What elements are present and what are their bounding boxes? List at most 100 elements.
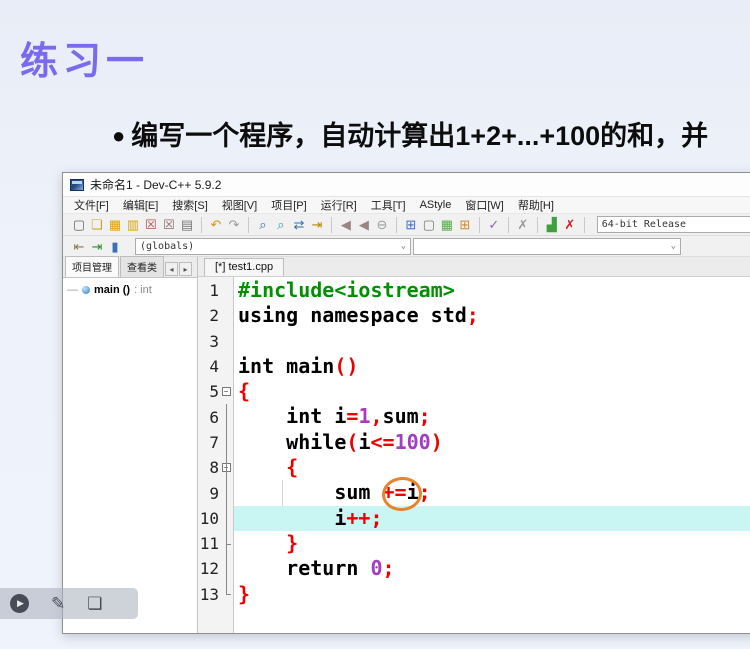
sidebar-tab[interactable]: 查看类 xyxy=(120,256,164,277)
pencil-icon[interactable]: ✎ xyxy=(51,595,65,612)
sidebar-tab[interactable]: 项目管理 xyxy=(65,256,119,277)
gutter-row[interactable]: 10 xyxy=(198,506,233,531)
menu-item[interactable]: 帮助[H] xyxy=(511,196,561,214)
goto-function-icon[interactable]: ⇥ xyxy=(88,237,106,255)
abort-icon[interactable]: ✗ xyxy=(514,216,532,234)
code-line-9[interactable]: sum +=i; xyxy=(234,480,750,505)
code-token: sum xyxy=(383,404,419,428)
print-icon[interactable]: ▤ xyxy=(178,216,196,234)
toolbar-group: ✓ xyxy=(482,216,506,234)
code-line-4[interactable]: int main() xyxy=(234,354,750,379)
editor-tab-bar: [*] test1.cpp xyxy=(198,257,750,277)
gutter-row[interactable]: 8− xyxy=(198,455,233,480)
find-in-files-icon[interactable]: ⌕ xyxy=(272,216,290,234)
line-number: 10 xyxy=(198,509,219,528)
menu-item[interactable]: 文件[F] xyxy=(67,196,116,214)
goto-function-back-icon[interactable]: ⇤ xyxy=(70,237,88,255)
code-line-13[interactable]: } xyxy=(234,582,750,607)
title-bar[interactable]: 未命名1 - Dev-C++ 5.9.2 xyxy=(63,173,750,197)
run-icon[interactable]: ▢ xyxy=(420,216,438,234)
rebuild-all-icon[interactable]: ⊞ xyxy=(456,216,474,234)
profile-delete-icon[interactable]: ✗ xyxy=(561,216,579,234)
expand-icon[interactable]: ❏ xyxy=(87,595,102,612)
menu-item[interactable]: 工具[T] xyxy=(364,196,413,214)
goto-declaration-icon[interactable]: ⊖ xyxy=(373,216,391,234)
fold-column: − xyxy=(219,387,233,396)
toolbar-classbrowser: ⇤⇥▮ (globals) ⌄ ⌄ xyxy=(63,236,750,257)
fold-toggle-icon[interactable]: − xyxy=(222,387,231,396)
bullet-text: 编写一个程序，自动计算出1+2+...+100的和，并 xyxy=(131,121,708,151)
code-line-2[interactable]: using namespace std; xyxy=(234,303,750,328)
code-token: return xyxy=(286,556,358,580)
gutter-row[interactable]: 9 xyxy=(198,480,233,505)
code-token: } xyxy=(238,582,250,606)
code-line-3[interactable] xyxy=(234,329,750,354)
toolbar-separator xyxy=(201,217,202,233)
code-line-7[interactable]: while(i<=100) xyxy=(234,430,750,455)
gutter-row[interactable]: 4 xyxy=(198,354,233,379)
class-browser-toggle-icon[interactable]: ▮ xyxy=(106,237,124,255)
menu-item[interactable]: 视图[V] xyxy=(215,196,264,214)
new-file-icon[interactable]: ▢ xyxy=(70,216,88,234)
compile-run-icon[interactable]: ▦ xyxy=(438,216,456,234)
code-line-10[interactable]: i++; xyxy=(234,506,750,531)
code-line-8[interactable]: { xyxy=(234,455,750,480)
code-line-6[interactable]: int i=1,sum; xyxy=(234,404,750,429)
menu-item[interactable]: AStyle xyxy=(413,198,459,212)
code-line-11[interactable]: } xyxy=(234,531,750,556)
menu-item[interactable]: 搜索[S] xyxy=(165,196,214,214)
syntax-check-icon[interactable]: ✓ xyxy=(485,216,503,234)
back-icon[interactable]: ◀ xyxy=(337,216,355,234)
menu-item[interactable]: 运行[R] xyxy=(314,196,364,214)
goto-line-icon[interactable]: ⇥ xyxy=(308,216,326,234)
fold-tick xyxy=(226,544,231,545)
tab-scroll-right-icon[interactable]: ▸ xyxy=(179,262,192,276)
tab-test1-cpp[interactable]: [*] test1.cpp xyxy=(204,258,284,276)
gutter-row[interactable]: 7 xyxy=(198,430,233,455)
chevron-down-icon: ⌄ xyxy=(671,241,676,251)
editor-gutter[interactable]: 12345−678−910111213 xyxy=(198,277,234,633)
forward-icon[interactable]: ◀ xyxy=(355,216,373,234)
code-pane[interactable]: #include<iostream>using namespace std; in… xyxy=(234,277,750,633)
tree-item-main[interactable]: — main () : int xyxy=(67,284,193,296)
code-line-1[interactable]: #include<iostream> xyxy=(234,278,750,303)
gutter-row[interactable]: 12 xyxy=(198,556,233,581)
line-number: 3 xyxy=(198,332,219,351)
gutter-row[interactable]: 6 xyxy=(198,404,233,429)
close-file-icon[interactable]: ☒ xyxy=(142,216,160,234)
menu-item[interactable]: 编辑[E] xyxy=(116,196,165,214)
tab-scroll-left-icon[interactable]: ◂ xyxy=(165,262,178,276)
undo-icon[interactable]: ↶ xyxy=(207,216,225,234)
compiler-profile-combobox[interactable]: 64-bit Release xyxy=(597,216,750,233)
menu-item[interactable]: 窗口[W] xyxy=(458,196,511,214)
code-editor[interactable]: 12345−678−910111213 #include<iostream>us… xyxy=(198,277,750,633)
close-all-icon[interactable]: ☒ xyxy=(160,216,178,234)
redo-icon[interactable]: ↷ xyxy=(225,216,243,234)
menu-item[interactable]: 项目[P] xyxy=(264,196,313,214)
save-all-icon[interactable]: ▥ xyxy=(124,216,142,234)
gutter-row[interactable]: 5− xyxy=(198,379,233,404)
gutter-row[interactable]: 3 xyxy=(198,329,233,354)
code-line-5[interactable]: { xyxy=(234,379,750,404)
play-icon[interactable]: ▶ xyxy=(10,594,29,613)
replace-icon[interactable]: ⇄ xyxy=(290,216,308,234)
code-token: { xyxy=(238,379,250,403)
profile-icon[interactable]: ▟ xyxy=(543,216,561,234)
code-line-12[interactable]: return 0; xyxy=(234,556,750,581)
toolbar-group: ⇤⇥▮ xyxy=(67,237,127,255)
open-file-icon[interactable]: ❏ xyxy=(88,216,106,234)
gutter-row[interactable]: 2 xyxy=(198,303,233,328)
chevron-down-icon: ⌄ xyxy=(401,241,406,251)
code-token: ; xyxy=(419,404,431,428)
save-icon[interactable]: ▦ xyxy=(106,216,124,234)
toolbar-separator xyxy=(248,217,249,233)
compile-icon[interactable]: ⊞ xyxy=(402,216,420,234)
find-icon[interactable]: ⌕ xyxy=(254,216,272,234)
code-token: ; xyxy=(383,556,395,580)
gutter-row[interactable]: 1 xyxy=(198,278,233,303)
toolbar-group: ✗ xyxy=(511,216,535,234)
code-token: } xyxy=(286,531,298,555)
globals-combobox[interactable]: (globals) ⌄ xyxy=(135,238,411,255)
members-combobox[interactable]: ⌄ xyxy=(413,238,681,255)
code-token: 0 xyxy=(370,556,382,580)
